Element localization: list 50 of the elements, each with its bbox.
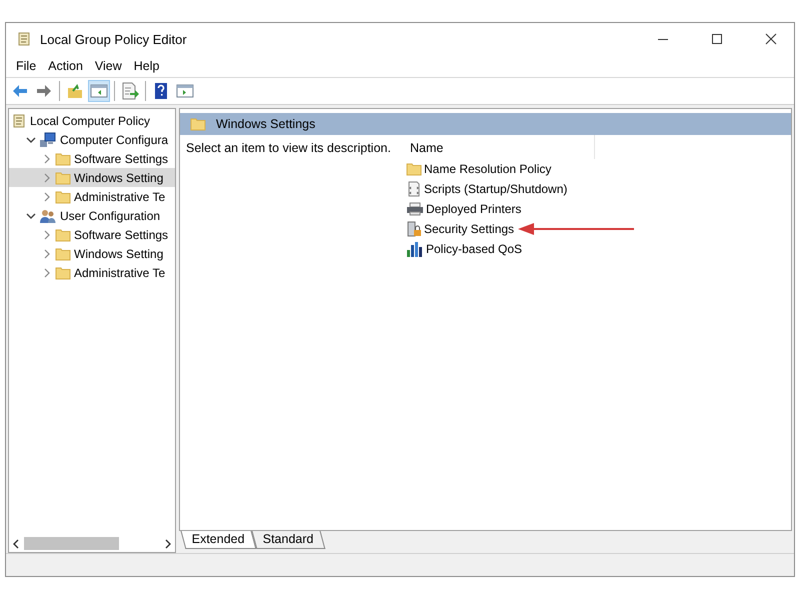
folder-icon	[55, 190, 71, 204]
folder-icon	[406, 162, 422, 176]
forward-arrow-icon	[35, 82, 53, 100]
tree-item[interactable]: Local Computer Policy	[9, 111, 175, 130]
folder-icon	[55, 170, 71, 184]
script-icon	[406, 181, 422, 197]
users-icon	[39, 208, 57, 224]
printer-icon	[406, 202, 424, 216]
list-item[interactable]: Scripts (Startup/Shutdown)	[406, 179, 568, 199]
menu-item[interactable]: File	[10, 59, 42, 73]
column-header[interactable]: Name	[406, 135, 595, 159]
list-item[interactable]: Policy-based QoS	[406, 239, 522, 259]
bar-chart-icon	[406, 241, 424, 257]
list-item[interactable]: Security Settings	[406, 219, 514, 239]
scroll-icon	[11, 112, 27, 128]
tree-item[interactable]: Computer Configura	[9, 130, 175, 149]
scroll-left-icon[interactable]	[12, 538, 20, 548]
view-tab[interactable]: Extended	[180, 531, 256, 549]
folder-icon	[55, 266, 71, 280]
menu-item[interactable]: Help	[128, 59, 166, 73]
menu-item[interactable]: Action	[42, 59, 89, 73]
tree-item[interactable]: Windows Setting	[9, 168, 175, 187]
tree-item[interactable]: Software Settings	[9, 225, 175, 244]
computer-icon	[39, 132, 57, 148]
pane-title: Windows Settings	[216, 117, 316, 131]
close-icon	[765, 33, 777, 45]
action-pane-icon	[176, 82, 194, 100]
tree-item[interactable]: Software Settings	[9, 149, 175, 168]
export-list-icon	[121, 82, 139, 100]
description-text: Select an item to view its description.	[185, 140, 392, 157]
folder-icon	[55, 228, 71, 242]
folder-icon	[55, 246, 71, 260]
list-item[interactable]: Name Resolution Policy	[406, 159, 552, 179]
tree-item[interactable]: Windows Setting	[9, 244, 175, 263]
folder-up-icon	[66, 82, 84, 100]
scroll-icon	[16, 31, 32, 47]
server-lock-icon	[406, 221, 422, 237]
tree-item[interactable]: User Configuration	[9, 206, 175, 225]
tree-item[interactable]: Administrative Te	[9, 187, 175, 206]
help-icon	[152, 82, 170, 100]
tree-item[interactable]: Administrative Te	[9, 263, 175, 282]
maximize-icon	[711, 33, 723, 45]
view-tab[interactable]: Standard	[251, 531, 325, 549]
list-item[interactable]: Deployed Printers	[406, 199, 522, 219]
window-title: Local Group Policy Editor	[40, 32, 188, 46]
console-tree-icon	[90, 82, 108, 100]
menu-item[interactable]: View	[88, 59, 128, 73]
folder-icon	[190, 117, 206, 131]
scroll-right-icon[interactable]	[164, 538, 172, 548]
folder-icon	[55, 152, 71, 166]
